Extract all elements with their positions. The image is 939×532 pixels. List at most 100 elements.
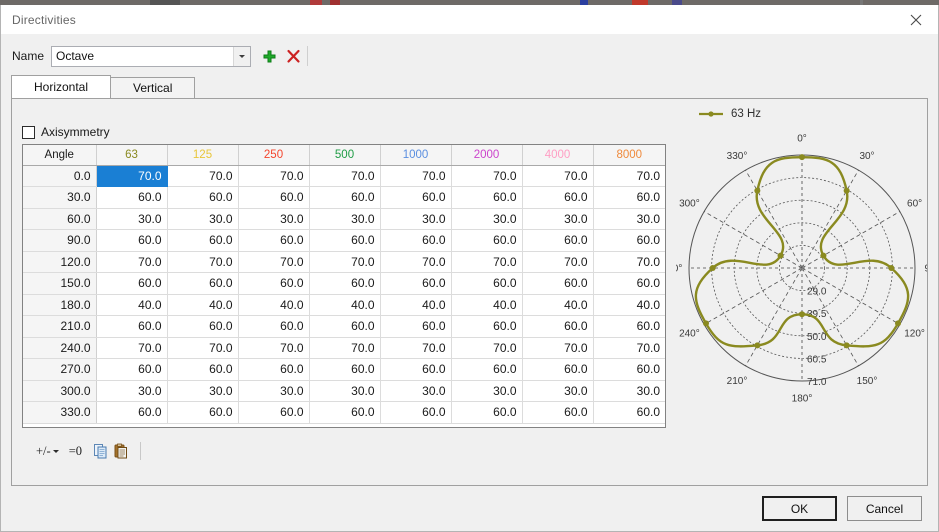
- cell-value[interactable]: 70.0: [522, 251, 594, 273]
- cell-value[interactable]: 60.0: [451, 401, 523, 424]
- cell-value[interactable]: 30.0: [238, 380, 310, 402]
- close-button[interactable]: [893, 5, 938, 34]
- cell-value[interactable]: 60.0: [167, 186, 239, 209]
- cell-value[interactable]: 60.0: [522, 229, 594, 252]
- cell-value[interactable]: 60.0: [451, 186, 523, 209]
- cell-value[interactable]: 60.0: [238, 229, 310, 252]
- cell-value[interactable]: 60.0: [593, 315, 665, 338]
- directivity-table[interactable]: Angle 63 125 250 500 1000 2000 4000 8000 0.0 70.0…: [22, 144, 666, 428]
- cell-value[interactable]: 60.0: [96, 358, 168, 381]
- cell-value[interactable]: 60.0: [238, 358, 310, 381]
- cell-value[interactable]: 70.0: [451, 337, 523, 359]
- cell-value[interactable]: 70.0: [380, 165, 452, 187]
- table-header-8000[interactable]: 8000: [593, 145, 665, 166]
- cell-value[interactable]: 60.0: [309, 315, 381, 338]
- cell-value[interactable]: 60.0: [380, 358, 452, 381]
- table-header-angle[interactable]: Angle: [23, 145, 97, 166]
- cell-value[interactable]: 70.0: [593, 165, 665, 187]
- cell-value[interactable]: 30.0: [309, 380, 381, 402]
- cell-value[interactable]: 60.0: [309, 272, 381, 295]
- cell-value[interactable]: 30.0: [309, 208, 381, 230]
- cell-value[interactable]: 60.0: [451, 272, 523, 295]
- cell-angle[interactable]: 210.0: [23, 315, 97, 338]
- ok-button[interactable]: OK: [762, 496, 837, 521]
- cell-value[interactable]: 70.0: [309, 337, 381, 359]
- cell-value[interactable]: 70.0: [380, 337, 452, 359]
- cell-value[interactable]: 70.0: [451, 165, 523, 187]
- cell-value[interactable]: 30.0: [593, 208, 665, 230]
- table-header-1000[interactable]: 1000: [380, 145, 452, 166]
- cell-value[interactable]: 60.0: [451, 229, 523, 252]
- cell-value[interactable]: 70.0: [96, 251, 168, 273]
- cancel-button[interactable]: Cancel: [847, 496, 922, 521]
- cell-value[interactable]: 60.0: [593, 401, 665, 424]
- add-directivity-button[interactable]: [257, 45, 281, 68]
- cell-value[interactable]: 30.0: [593, 380, 665, 402]
- cell-value[interactable]: 70.0: [593, 337, 665, 359]
- cell-value[interactable]: 30.0: [96, 380, 168, 402]
- cell-value[interactable]: 40.0: [593, 294, 665, 316]
- cell-value[interactable]: 60.0: [167, 315, 239, 338]
- cell-value[interactable]: 60.0: [167, 401, 239, 424]
- cell-value[interactable]: 60.0: [380, 401, 452, 424]
- set-zero-button[interactable]: =0: [69, 444, 82, 459]
- cell-value[interactable]: 60.0: [522, 401, 594, 424]
- cell-value[interactable]: 60.0: [238, 186, 310, 209]
- cell-value[interactable]: 60.0: [96, 401, 168, 424]
- cell-angle[interactable]: 0.0: [23, 165, 97, 187]
- cell-value[interactable]: 60.0: [96, 315, 168, 338]
- cell-value[interactable]: 40.0: [167, 294, 239, 316]
- cell-value[interactable]: 40.0: [309, 294, 381, 316]
- cell-value[interactable]: 60.0: [593, 358, 665, 381]
- cell-value[interactable]: 30.0: [238, 208, 310, 230]
- name-combobox[interactable]: Octave: [51, 45, 252, 67]
- cell-value[interactable]: 40.0: [96, 294, 168, 316]
- cell-value[interactable]: 70.0: [96, 337, 168, 359]
- chevron-down-icon[interactable]: [233, 46, 251, 66]
- cell-value[interactable]: 60.0: [451, 358, 523, 381]
- cell-angle[interactable]: 240.0: [23, 337, 97, 359]
- cell-value[interactable]: 70.0: [167, 251, 239, 273]
- cell-value[interactable]: 60.0: [522, 272, 594, 295]
- axisymmetry-row[interactable]: Axisymmetry: [22, 125, 110, 139]
- cell-value[interactable]: 30.0: [96, 208, 168, 230]
- cell-value[interactable]: 60.0: [309, 186, 381, 209]
- cell-value[interactable]: 30.0: [167, 208, 239, 230]
- cell-value[interactable]: 60.0: [309, 401, 381, 424]
- cell-value[interactable]: 60.0: [309, 229, 381, 252]
- cell-value[interactable]: 60.0: [380, 315, 452, 338]
- cell-value[interactable]: 70.0: [309, 251, 381, 273]
- table-header-500[interactable]: 500: [309, 145, 381, 166]
- cell-angle[interactable]: 270.0: [23, 358, 97, 381]
- axisymmetry-checkbox[interactable]: [22, 125, 35, 139]
- cell-value[interactable]: 60.0: [451, 315, 523, 338]
- cell-value[interactable]: 60.0: [380, 229, 452, 252]
- cell-value[interactable]: 60.0: [593, 186, 665, 209]
- cell-value[interactable]: 60.0: [96, 229, 168, 252]
- cell-value[interactable]: 70.0: [380, 251, 452, 273]
- cell-value[interactable]: 60.0: [167, 229, 239, 252]
- cell-value[interactable]: 70.0: [522, 337, 594, 359]
- cell-value[interactable]: 30.0: [451, 380, 523, 402]
- cell-value[interactable]: 60.0: [380, 272, 452, 295]
- cell-value[interactable]: 70.0: [238, 337, 310, 359]
- table-header-2000[interactable]: 2000: [451, 145, 523, 166]
- paste-button[interactable]: [111, 441, 131, 461]
- cell-value[interactable]: 70.0: [593, 251, 665, 273]
- cell-angle[interactable]: 120.0: [23, 251, 97, 273]
- cell-value[interactable]: 70.0: [451, 251, 523, 273]
- cell-angle[interactable]: 180.0: [23, 294, 97, 316]
- cell-angle[interactable]: 330.0: [23, 401, 97, 424]
- cell-value[interactable]: 60.0: [96, 186, 168, 209]
- cell-value[interactable]: 60.0: [238, 315, 310, 338]
- cell-value[interactable]: 40.0: [380, 294, 452, 316]
- cell-value[interactable]: 70.0: [238, 251, 310, 273]
- table-header-125[interactable]: 125: [167, 145, 239, 166]
- cell-value[interactable]: 60.0: [522, 315, 594, 338]
- cell-value[interactable]: 60.0: [380, 186, 452, 209]
- cell-value[interactable]: 30.0: [380, 380, 452, 402]
- cell-value[interactable]: 70.0: [309, 165, 381, 187]
- cell-value[interactable]: 30.0: [167, 380, 239, 402]
- tab-horizontal[interactable]: Horizontal: [11, 75, 112, 98]
- cell-value[interactable]: 60.0: [522, 186, 594, 209]
